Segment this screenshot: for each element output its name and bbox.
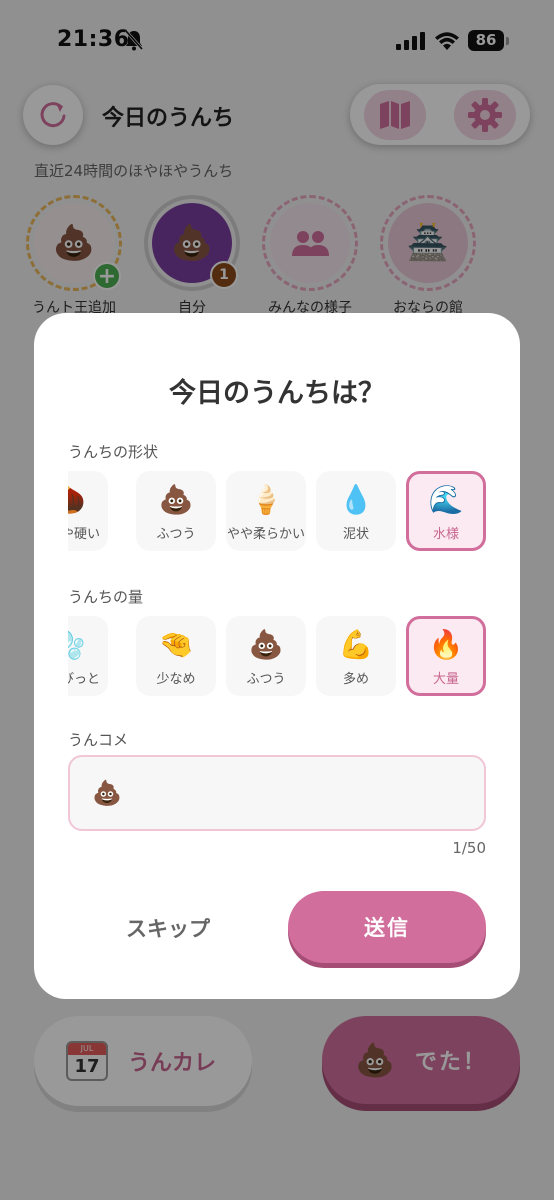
option-label: やや柔らかい [226, 527, 305, 542]
amount-options-row[interactable]: 🫧 ちょびっと 🤏 少なめ 💩 ふつう 💪 多め 🔥 大量 [68, 616, 520, 696]
pinch-icon: 🤏 [158, 628, 194, 661]
amount-option-normal[interactable]: 💩 ふつう [226, 616, 306, 696]
skip-button[interactable]: スキップ [98, 909, 238, 949]
modal-title: 今日のうんちは？ [169, 378, 385, 409]
poop-log-modal: 今日のうんちは？ うんちの形状 🌰 やや硬い 💩 ふつう 🍦 やや柔らかい 💧 … [34, 313, 520, 999]
amount-option-small[interactable]: 🤏 少なめ [136, 616, 216, 696]
amount-option-huge[interactable]: 🔥 大量 [406, 616, 486, 696]
poop-icon: 💩 [158, 483, 194, 516]
shape-option-slightly-soft[interactable]: 🍦 やや柔らかい [226, 471, 306, 551]
option-label: ふつう [246, 672, 286, 687]
option-label: ふつう [156, 527, 196, 542]
comment-char-counter: 1/50 [452, 839, 486, 857]
bubbles-icon: 🫧 [68, 628, 108, 662]
shape-option-normal[interactable]: 💩 ふつう [136, 471, 216, 551]
shape-option-watery[interactable]: 🌊 水様 [406, 471, 486, 551]
option-label: 少なめ [156, 672, 196, 687]
app-screen: 21:36 86 今日のうんち 直近24時間のほやほやうんち 💩 + うんト王追… [0, 0, 554, 1200]
option-label: やや硬い [68, 527, 100, 542]
droplet-icon: 💧 [338, 483, 374, 516]
chestnut-icon: 🌰 [68, 483, 108, 517]
option-label: 水様 [432, 527, 459, 542]
soft-serve-icon: 🍦 [248, 483, 284, 516]
shape-option-muddy[interactable]: 💧 泥状 [316, 471, 396, 551]
amount-option-tiny[interactable]: 🫧 ちょびっと [68, 616, 108, 696]
option-label: 多め [342, 672, 369, 687]
wave-icon: 🌊 [428, 483, 464, 516]
flexed-biceps-icon: 💪 [338, 628, 374, 661]
option-label: ちょびっと [68, 672, 100, 687]
poop-icon: 💩 [248, 628, 284, 661]
shape-options-row[interactable]: 🌰 やや硬い 💩 ふつう 🍦 やや柔らかい 💧 泥状 🌊 水様 [68, 471, 520, 551]
shape-section-label: うんちの形状 [68, 443, 159, 461]
option-label: 大量 [432, 672, 459, 687]
amount-section-label: うんちの量 [68, 588, 144, 606]
comment-label: うんコメ [68, 731, 129, 749]
option-label: 泥状 [342, 527, 369, 542]
send-button[interactable]: 送信 [288, 891, 486, 963]
shape-option-slightly-hard[interactable]: 🌰 やや硬い [68, 471, 108, 551]
comment-input[interactable]: 💩 [68, 755, 486, 831]
fire-icon: 🔥 [428, 628, 464, 661]
amount-option-large[interactable]: 💪 多め [316, 616, 396, 696]
